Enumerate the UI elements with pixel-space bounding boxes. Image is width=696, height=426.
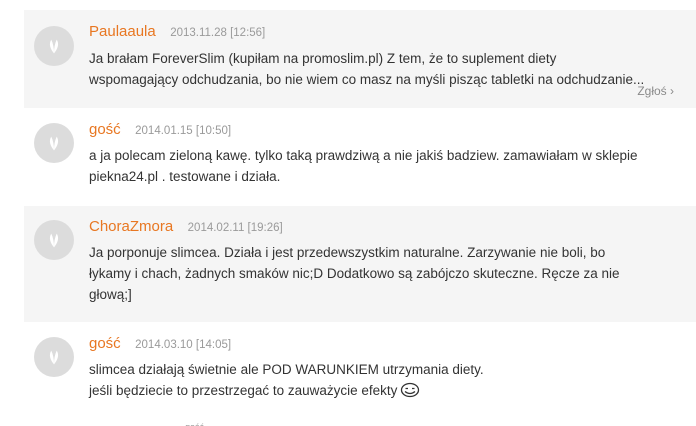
comment-line: a ja polecam zieloną kawę. tylko taką pr… [89,148,638,163]
comment-author[interactable]: ChoraZmora [89,218,173,235]
comment-body: slimcea działają świetnie ale POD WARUNK… [89,359,679,404]
leaf-icon [49,350,59,365]
comment-item: gość 2014.03.10 [14:05] slimcea działają… [24,322,696,420]
comment-body: Ja porponuje slimcea. Działa i jest prze… [89,242,679,305]
comment-author[interactable]: gość [89,121,121,138]
comment-body: Ja brałam ForeverSlim (kupiłam na promos… [89,48,679,90]
comment-line: Ja brałam ForeverSlim (kupiłam na promos… [89,51,557,66]
comment-author[interactable]: gość [89,335,121,352]
comment-date: 2014.03.10 [14:05] [135,339,232,351]
comment-date: 2014.02.11 [19:26] [187,222,283,234]
avatar [34,337,74,377]
comment-body: a ja polecam zieloną kawę. tylko taką pr… [89,145,679,187]
comment-item: gość 2014.01.15 [10:50] a ja polecam zie… [24,108,696,206]
leaf-icon [49,39,59,54]
leaf-icon [49,136,59,151]
comment-line: piekna24.pl . testowane i działa. [89,169,281,184]
comment-line: slimcea działają świetnie ale POD WARUNK… [89,362,484,377]
report-link[interactable]: Zgłoś › [637,84,674,98]
avatar [34,26,74,66]
comment-item: Paulaaula 2013.11.28 [12:56] Ja brałam F… [24,10,696,108]
avatar [34,220,74,260]
leaf-icon [49,233,59,248]
smiley-icon [400,382,420,404]
avatar [34,123,74,163]
next-comment-author: gość [185,420,227,426]
comment-date: 2014.01.15 [10:50] [135,125,232,137]
comment-date: 2013.11.28 [12:56] [170,27,266,39]
comment-item: ChoraZmora 2014.02.11 [19:26] Ja porponu… [24,206,696,322]
comment-line: łykamy i chach, żadnych smaków nic;D Dod… [89,266,620,281]
comment-line: wspomagający odchudzania, bo nie wiem co… [89,72,645,87]
comment-line: Ja porponuje slimcea. Działa i jest prze… [89,245,606,260]
comment-line: głową;] [89,287,132,302]
comment-author[interactable]: Paulaaula [89,23,156,40]
comment-text: jeśli będziecie to przestrzegać to zauwa… [89,383,398,398]
comment-line: jeśli będziecie to przestrzegać to zauwa… [89,380,679,404]
